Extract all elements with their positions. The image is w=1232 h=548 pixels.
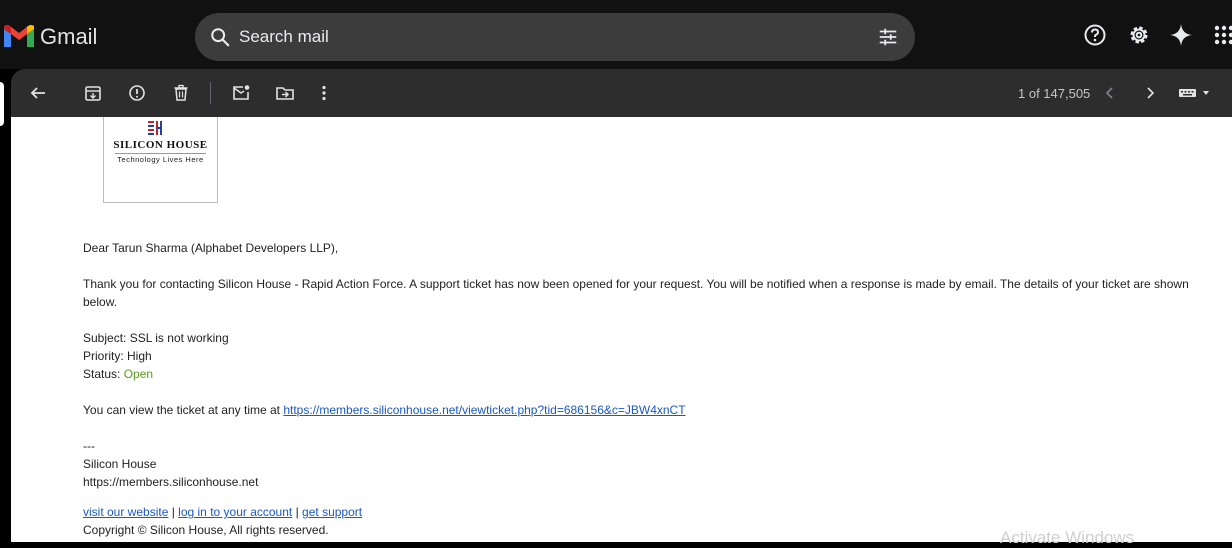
gemini-sparkle-icon[interactable] xyxy=(1169,23,1193,47)
get-support-link[interactable]: get support xyxy=(302,505,362,519)
message-toolbar: 1 of 147,505 xyxy=(11,69,1232,117)
mark-unread-icon[interactable] xyxy=(231,83,251,103)
signature-url: https://members.siliconhouse.net xyxy=(83,475,259,489)
move-to-folder-icon[interactable] xyxy=(275,83,295,103)
signature-name: Silicon House xyxy=(83,457,157,471)
newer-chevron-icon[interactable] xyxy=(1100,83,1120,103)
email-greeting: Dear Tarun Sharma (Alphabet Developers L… xyxy=(83,241,339,255)
report-spam-icon[interactable] xyxy=(127,83,147,103)
email-intro: Thank you for contacting Silicon House -… xyxy=(83,277,1189,309)
ticket-status-label: Status: xyxy=(83,367,124,381)
left-sidebar-edge xyxy=(0,69,11,542)
search-bar[interactable]: Search mail xyxy=(195,13,915,61)
logo-tagline: Technology Lives Here xyxy=(117,155,204,164)
footer-separator: | xyxy=(292,505,303,519)
signature-separator: --- xyxy=(83,439,95,453)
search-icon[interactable] xyxy=(209,26,231,48)
archive-icon[interactable] xyxy=(83,83,103,103)
more-options-icon[interactable] xyxy=(314,83,334,103)
logo-divider xyxy=(115,153,206,154)
visit-website-link[interactable]: visit our website xyxy=(83,505,168,519)
ticket-view-line: You can view the ticket at any time at h… xyxy=(83,401,686,419)
top-bar: Gmail Search mail xyxy=(0,0,1232,69)
search-options-icon[interactable] xyxy=(877,26,899,48)
ticket-status-value: Open xyxy=(123,367,154,381)
ticket-url-link[interactable]: https://members.siliconhouse.net/viewtic… xyxy=(283,403,685,417)
footer-links: visit our website | log in to your accou… xyxy=(83,503,362,521)
logo-brand-text: SILICON HOUSE xyxy=(113,139,208,151)
toolbar-divider xyxy=(210,82,211,104)
gmail-wordmark: Gmail xyxy=(40,24,98,49)
activate-windows-watermark: Activate Windows xyxy=(1000,528,1135,547)
delete-trash-icon[interactable] xyxy=(171,83,191,103)
ticket-status: Status: Open xyxy=(83,365,153,383)
ticket-priority: Priority: High xyxy=(83,349,152,363)
copyright-text: Copyright © Silicon House, All rights re… xyxy=(83,523,329,537)
silicon-house-logo: SILICON HOUSE Technology Lives Here xyxy=(103,117,218,203)
back-arrow-icon[interactable] xyxy=(28,83,48,103)
input-tools-keyboard-icon[interactable] xyxy=(1178,87,1212,99)
sidebar-active-indicator xyxy=(0,82,4,126)
email-body: SILICON HOUSE Technology Lives Here Dear… xyxy=(11,117,1232,542)
search-input[interactable]: Search mail xyxy=(239,27,329,47)
login-account-link[interactable]: log in to your account xyxy=(178,505,292,519)
gmail-m-icon xyxy=(4,25,34,47)
ticket-view-prefix: You can view the ticket at any time at xyxy=(83,403,284,417)
ticket-subject: Subject: SSL is not working xyxy=(83,331,229,345)
help-icon[interactable] xyxy=(1083,23,1107,47)
older-chevron-icon[interactable] xyxy=(1140,83,1160,103)
silicon-house-logo-mark-icon xyxy=(148,121,162,135)
apps-grid-icon[interactable] xyxy=(1212,23,1232,47)
gmail-logo[interactable]: Gmail xyxy=(4,24,97,50)
pagination-count: 1 of 147,505 xyxy=(1018,86,1091,101)
settings-gear-icon[interactable] xyxy=(1127,23,1151,47)
footer-separator: | xyxy=(168,505,179,519)
